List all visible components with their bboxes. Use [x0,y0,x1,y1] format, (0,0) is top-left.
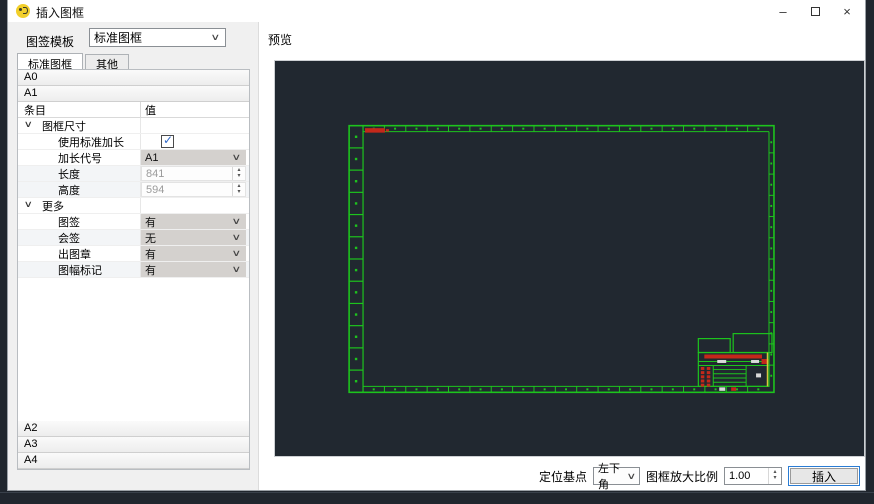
footer-bar: 定位基点 左下角 ∨ 图框放大比例 1.00 ▴▾ 插入 [259,465,865,487]
spin-down-icon: ▾ [237,190,240,196]
countersign-dropdown[interactable]: 无 ∨ [141,230,246,245]
close-button[interactable]: × [831,0,863,22]
frame-size-list: A0 A1 条目 值 ∨ 图框尺寸 使用标准加长 [17,69,250,470]
dialog-title: 插入图框 [36,4,84,21]
template-combobox-value: 标准图框 [94,29,212,46]
list-item-a2[interactable]: A2 [18,421,249,437]
collapse-icon[interactable]: ∨ [24,119,33,130]
spinner-arrows[interactable]: ▴▾ [768,468,781,484]
chevron-down-icon: ∨ [232,264,242,275]
list-item-a1[interactable]: A1 [18,86,249,102]
base-point-combobox[interactable]: 左下角 ∨ [593,467,640,485]
grid-header-value: 值 [145,102,156,118]
property-grid: 条目 值 ∨ 图框尺寸 使用标准加长 ✓ [18,102,249,279]
preview-canvas [275,61,864,456]
desktop-background: 插入图框 – × 图签模板 标准图框 ∨ 标准图框 其他 A0 A1 [0,0,874,504]
prop-row-height: 高度 594 ▴▾ [18,182,249,198]
titlebar[interactable]: 插入图框 – × [8,0,865,22]
prop-row-plot-stamp: 出图章 有 ∨ [18,246,249,262]
list-item-a0[interactable]: A0 [18,70,249,86]
standard-lengthen-checkbox[interactable]: ✓ [161,135,174,148]
plot-stamp-dropdown[interactable]: 有 ∨ [141,246,246,261]
close-icon: × [843,4,851,19]
scale-label: 图框放大比例 [646,468,718,485]
minimize-icon: – [779,4,786,19]
chevron-down-icon: ∨ [627,471,637,482]
length-spinner[interactable]: 841 ▴▾ [141,166,246,181]
group-row-frame-size[interactable]: ∨ 图框尺寸 [18,118,249,134]
prop-row-sheet-mark: 图幅标记 有 ∨ [18,262,249,278]
list-item-a3[interactable]: A3 [18,437,249,453]
preview-panel [274,60,865,457]
spin-down-icon: ▾ [237,174,240,180]
insert-button[interactable]: 插入 [788,466,860,486]
minimize-button[interactable]: – [767,0,799,22]
template-label: 图签模板 [26,33,74,50]
chevron-down-icon: ∨ [232,248,242,259]
preview-label: 预览 [268,31,292,48]
spin-down-icon: ▾ [773,476,776,482]
tab-other[interactable]: 其他 [85,54,129,70]
lengthen-code-dropdown[interactable]: A1 ∨ [141,150,246,165]
collapse-icon[interactable]: ∨ [24,199,33,210]
right-panel: 预览 定位基点 左下角 ∨ 图框放大比例 1.00 ▴▾ 插入 [259,22,865,490]
list-item-a4[interactable]: A4 [18,453,249,469]
check-icon: ✓ [163,133,173,147]
chevron-down-icon: ∨ [232,216,242,227]
maximize-button[interactable] [799,0,831,22]
titleblock-dropdown[interactable]: 有 ∨ [141,214,246,229]
template-combobox[interactable]: 标准图框 ∨ [89,28,226,47]
chevron-down-icon: ∨ [211,32,221,43]
tab-bar: 标准图框 其他 [17,54,131,70]
sheet-mark-dropdown[interactable]: 有 ∨ [141,262,246,277]
chevron-down-icon: ∨ [232,232,242,243]
prop-row-countersign: 会签 无 ∨ [18,230,249,246]
spinner-arrows[interactable]: ▴▾ [232,183,245,196]
grid-header-row: 条目 值 [18,102,249,118]
grid-header-item: 条目 [24,102,46,118]
left-panel: 图签模板 标准图框 ∨ 标准图框 其他 A0 A1 条目 值 ∨ [8,22,259,490]
height-spinner[interactable]: 594 ▴▾ [141,182,246,197]
app-icon [16,4,30,18]
chevron-down-icon: ∨ [232,152,242,163]
prop-row-length: 长度 841 ▴▾ [18,166,249,182]
list-empty-area [18,279,249,421]
maximize-icon [811,7,820,16]
base-point-label: 定位基点 [539,468,587,485]
spinner-arrows[interactable]: ▴▾ [232,167,245,180]
scale-spinner[interactable]: 1.00 ▴▾ [724,467,782,485]
insert-frame-dialog: 插入图框 – × 图签模板 标准图框 ∨ 标准图框 其他 A0 A1 [7,0,866,491]
prop-row-titleblock: 图签 有 ∨ [18,214,249,230]
tab-standard-frame[interactable]: 标准图框 [17,53,83,70]
prop-row-lengthen-code: 加长代号 A1 ∨ [18,150,249,166]
prop-row-use-standard-lengthen: 使用标准加长 ✓ [18,134,249,150]
group-row-more[interactable]: ∨ 更多 [18,198,249,214]
